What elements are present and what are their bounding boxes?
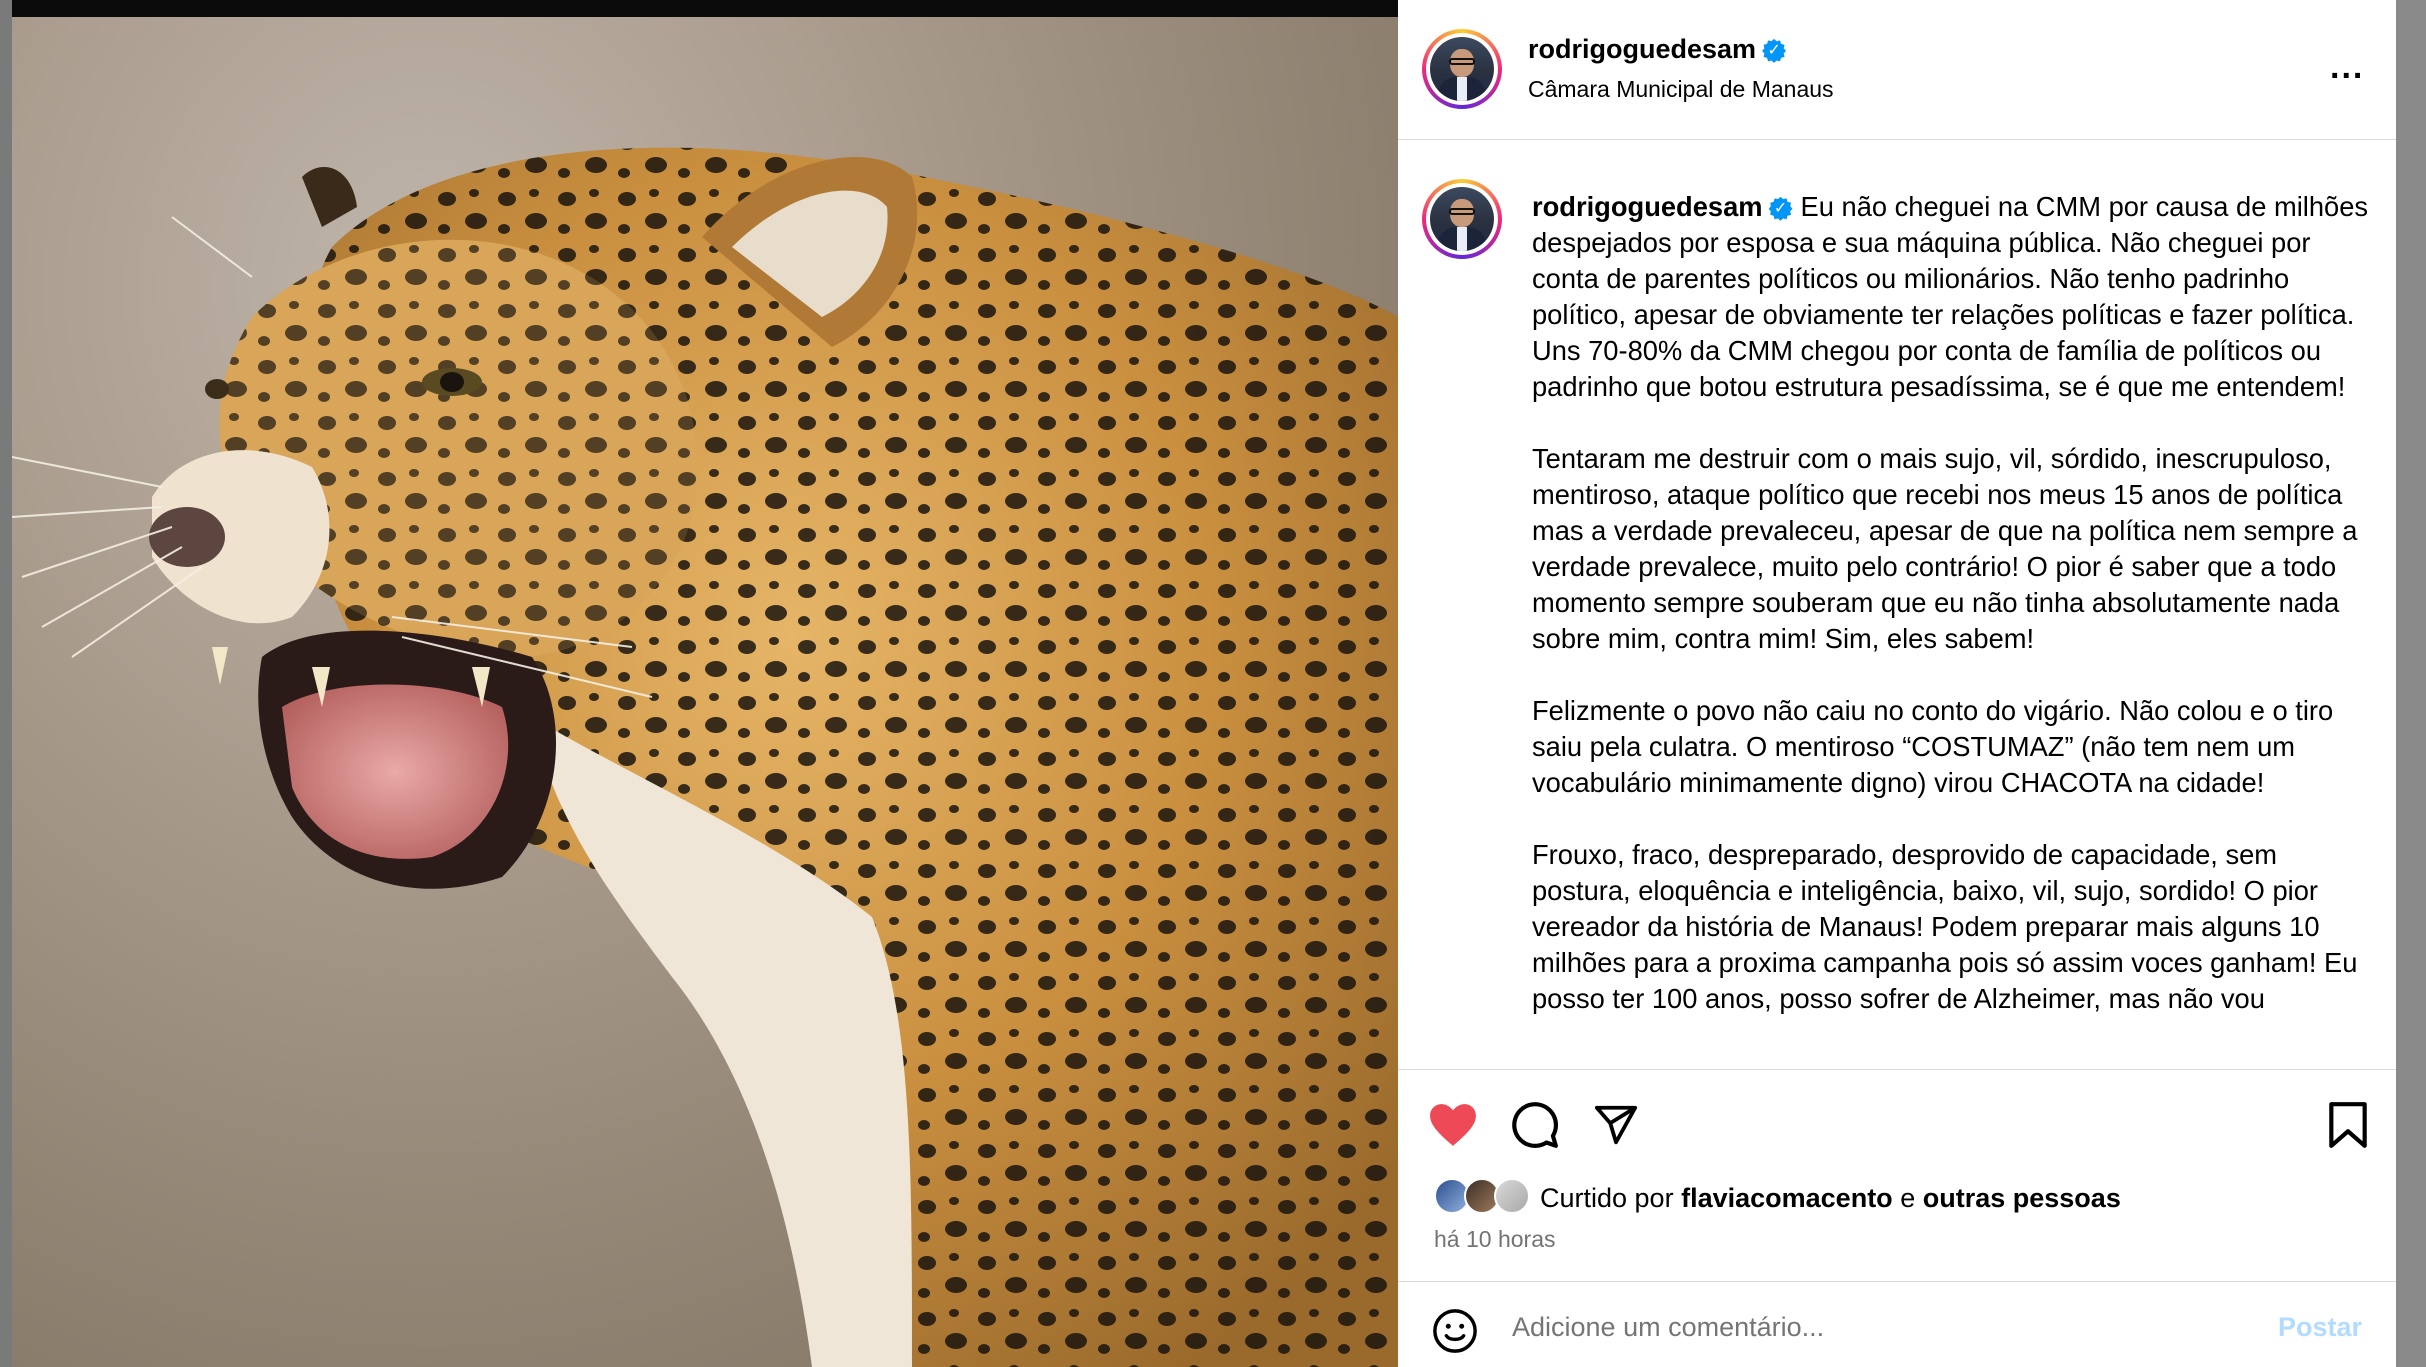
page-background bbox=[0, 0, 12, 1367]
verified-badge-icon: ✓ bbox=[1762, 38, 1787, 63]
emoji-icon[interactable] bbox=[1432, 1308, 1478, 1354]
post-detail-panel: rodrigoguedesam ✓ Câmara Municipal de Man… bbox=[1398, 0, 2396, 1367]
header-location[interactable]: Câmara Municipal de Manaus bbox=[1528, 76, 1834, 103]
jaguar-illustration bbox=[12, 147, 1398, 1367]
bookmark-icon[interactable] bbox=[2326, 1100, 2370, 1150]
caption-paragraph-1: Eu não cheguei na CMM por causa de milhõ… bbox=[1532, 191, 2369, 402]
caption-avatar[interactable] bbox=[1422, 179, 1502, 259]
comment-bar: Postar bbox=[1398, 1281, 2396, 1367]
action-bar bbox=[1398, 1069, 2396, 1179]
comment-input[interactable] bbox=[1512, 1312, 2212, 1343]
liked-by-summary[interactable]: Curtido por flaviacomacento e outras pes… bbox=[1540, 1183, 2121, 1214]
caption-paragraph-2: Tentaram me destruir com o mais sujo, vi… bbox=[1532, 443, 2358, 654]
heart-icon[interactable] bbox=[1428, 1102, 1478, 1148]
caption-avatar-image bbox=[1430, 187, 1494, 251]
liked-by-user[interactable]: flaviacomacento bbox=[1681, 1183, 1893, 1213]
caption-paragraph-4: Frouxo, fraco, despreparado, desprovido … bbox=[1532, 839, 2358, 1014]
verified-badge-icon: ✓ bbox=[1768, 196, 1793, 221]
avatar-image bbox=[1430, 37, 1494, 101]
header-username[interactable]: rodrigoguedesam ✓ bbox=[1528, 34, 1787, 65]
caption-username[interactable]: rodrigoguedesam bbox=[1532, 191, 1763, 222]
post-comment-button[interactable]: Postar bbox=[2278, 1312, 2362, 1343]
caption-text: rodrigoguedesam ✓ Eu não cheguei na CMM po… bbox=[1532, 189, 2378, 1053]
liked-by-others[interactable]: outras pessoas bbox=[1923, 1183, 2121, 1213]
avatar[interactable] bbox=[1422, 29, 1502, 109]
avatar bbox=[1494, 1178, 1530, 1214]
share-icon[interactable] bbox=[1592, 1102, 1640, 1148]
page-background-right bbox=[2396, 0, 2426, 1367]
caption-paragraph: rodrigoguedesam ✓ Eu não cheguei na CMM po… bbox=[1532, 189, 2378, 405]
header-username-text[interactable]: rodrigoguedesam bbox=[1528, 34, 1756, 64]
post-header: rodrigoguedesam ✓ Câmara Municipal de Man… bbox=[1398, 0, 2396, 140]
caption-paragraph-3: Felizmente o povo não caiu no conto do v… bbox=[1532, 695, 2334, 798]
more-options-icon[interactable]: ... bbox=[2330, 48, 2364, 87]
post-image-jaguar[interactable] bbox=[12, 17, 1398, 1367]
media-top-edge bbox=[12, 0, 1398, 17]
caption-scroll-area[interactable]: rodrigoguedesam ✓ Eu não cheguei na CMM po… bbox=[1398, 141, 2396, 1069]
comment-icon[interactable] bbox=[1510, 1100, 1560, 1150]
post-timestamp[interactable]: há 10 horas bbox=[1434, 1226, 1555, 1253]
